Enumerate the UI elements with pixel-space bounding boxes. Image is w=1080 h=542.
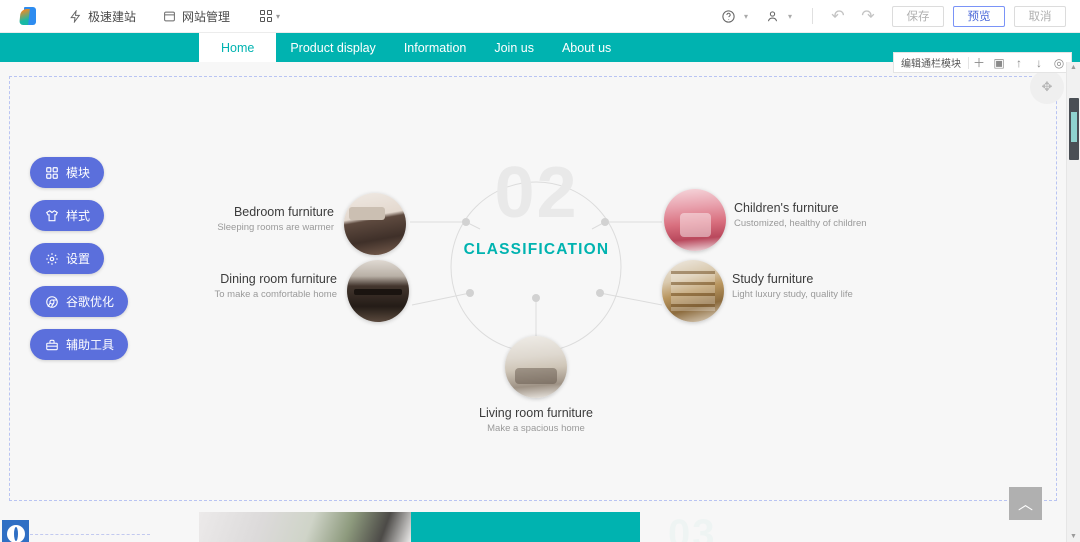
page-canvas: 模块 样式 设置 谷歌优化 辅助工具 02 CLASSIFICATION Bed… <box>0 62 1066 542</box>
category-title: Study furniture <box>732 272 814 286</box>
section-subtitle: CLASSIFICATION <box>463 241 610 258</box>
section-number: 02 <box>494 153 579 233</box>
category-title: Children's furniture <box>734 201 839 215</box>
category-caption-bedroom: Bedroom furniture Sleeping rooms are war… <box>217 205 334 233</box>
nav-item-information[interactable]: Information <box>390 33 481 62</box>
widget-guide-line <box>30 534 150 535</box>
nav-item-join-us[interactable]: Join us <box>480 33 548 62</box>
cancel-button[interactable]: 取消 <box>1014 5 1066 27</box>
rail-item-label: 样式 <box>66 209 91 223</box>
nav-item-home[interactable]: Home <box>199 33 277 62</box>
category-node-children[interactable]: Children's furniture Customized, healthy… <box>664 189 867 251</box>
preview-button[interactable]: 预览 <box>953 5 1005 27</box>
rail-item-styles[interactable]: 样式 <box>30 200 105 231</box>
category-title: Bedroom furniture <box>233 205 334 219</box>
next-section-banner <box>411 512 640 542</box>
category-photo-children <box>664 189 726 251</box>
category-node-bedroom[interactable]: Bedroom furniture Sleeping rooms are war… <box>217 193 406 255</box>
scroll-to-top-button[interactable]: ︿ <box>1009 487 1042 520</box>
category-title: Dining room furniture <box>220 272 337 286</box>
rail-item-modules[interactable]: 模块 <box>30 157 105 188</box>
top-toolbar: 极速建站 网站管理 ▾ ▾ ▾ ↶ ↷ 保存 预览 取消 <box>0 0 1080 33</box>
move-down-icon[interactable]: ↓ <box>1029 56 1049 70</box>
editor-tool-rail: 模块 样式 设置 谷歌优化 辅助工具 <box>30 157 129 360</box>
module-edit-toolbar: 编辑通栏模块 ＋ ▣ ↑ ↓ ◎ <box>893 52 1072 73</box>
category-subtitle: Customized, healthy of children <box>734 218 867 229</box>
redo-arrow-icon[interactable]: ↷ <box>853 6 883 26</box>
category-caption-children: Children's furniture Customized, healthy… <box>734 201 867 229</box>
logo-icon[interactable] <box>19 5 42 27</box>
category-caption-dining: Dining room furniture To make a comforta… <box>214 272 337 300</box>
save-button[interactable]: 保存 <box>892 5 944 27</box>
section-center-text: 02 CLASSIFICATION <box>434 157 639 259</box>
topbar-item-label: 极速建站 <box>88 9 137 24</box>
nav-item-about-us[interactable]: About us <box>548 33 625 62</box>
category-node-study[interactable]: Study furniture Light luxury study, qual… <box>662 260 853 322</box>
category-photo-living <box>505 336 567 398</box>
tshirt-style-icon <box>44 208 59 223</box>
category-subtitle: Light luxury study, quality life <box>732 289 853 300</box>
grid-apps-icon <box>260 10 273 22</box>
category-node-living[interactable]: Living room furniture Make a spacious ho… <box>479 336 593 434</box>
chevron-up-icon: ︿ <box>1017 496 1033 513</box>
category-subtitle: Make a spacious home <box>487 423 585 434</box>
rail-item-label: 模块 <box>66 166 91 180</box>
nav-item-product-display[interactable]: Product display <box>276 33 389 62</box>
move-up-icon[interactable]: ↑ <box>1009 56 1029 70</box>
module-edit-label: 编辑通栏模块 <box>901 59 961 70</box>
undo-arrow-icon[interactable]: ↶ <box>823 6 853 26</box>
lightning-icon <box>68 9 82 23</box>
chevron-down-icon[interactable]: ▾ <box>744 12 748 21</box>
app-root: 极速建站 网站管理 ▾ ▾ ▾ ↶ ↷ 保存 预览 取消 Home Produc… <box>0 0 1080 542</box>
rail-item-google-seo[interactable]: 谷歌优化 <box>30 286 129 317</box>
page-scrollbar[interactable]: ▲ ▼ <box>1066 62 1080 542</box>
rail-item-label: 辅助工具 <box>66 338 115 352</box>
divider <box>812 8 813 24</box>
rail-item-label: 谷歌优化 <box>66 295 115 309</box>
category-photo-bedroom <box>344 193 406 255</box>
category-caption-living: Living room furniture Make a spacious ho… <box>447 406 625 434</box>
category-subtitle: Sleeping rooms are warmer <box>217 222 334 233</box>
move-cross-icon[interactable]: ✥ <box>1030 70 1064 104</box>
help-circle-icon[interactable] <box>714 9 744 24</box>
topbar-right-group: ▾ ▾ ↶ ↷ 保存 预览 取消 <box>714 5 1080 27</box>
category-photo-dining <box>347 260 409 322</box>
rail-item-tools[interactable]: 辅助工具 <box>30 329 129 360</box>
rail-item-label: 设置 <box>66 252 91 266</box>
next-section-preview: 03 <box>0 512 1066 542</box>
rail-item-settings[interactable]: 设置 <box>30 243 105 274</box>
topbar-item-site-management[interactable]: 网站管理 <box>162 8 230 25</box>
category-photo-study <box>662 260 724 322</box>
gear-settings-icon <box>44 251 59 266</box>
plus-icon[interactable]: ＋ <box>969 54 989 71</box>
next-section-image <box>199 512 411 542</box>
category-node-dining[interactable]: Dining room furniture To make a comforta… <box>214 260 409 322</box>
duplicate-icon[interactable]: ▣ <box>989 56 1009 70</box>
classification-diagram: 02 CLASSIFICATION Bedroom furniture Slee… <box>0 62 1066 482</box>
scrollbar-thumb[interactable] <box>1069 98 1079 160</box>
toolbox-icon <box>44 337 59 352</box>
modules-grid-icon <box>44 165 59 180</box>
scroll-up-arrow-icon[interactable]: ▲ <box>1070 64 1077 71</box>
chrome-seo-icon <box>44 294 59 309</box>
category-caption-study: Study furniture Light luxury study, qual… <box>732 272 853 300</box>
chevron-down-icon: ▾ <box>276 11 281 21</box>
category-subtitle: To make a comfortable home <box>214 289 337 300</box>
chat-bubble-icon[interactable] <box>2 520 29 542</box>
category-title: Living room furniture <box>479 406 593 420</box>
topbar-item-label: 网站管理 <box>182 9 231 24</box>
scroll-down-arrow-icon[interactable]: ▼ <box>1070 533 1077 540</box>
next-section-ghost-number: 03 <box>668 512 717 542</box>
user-icon[interactable] <box>758 9 788 24</box>
window-icon <box>162 9 176 23</box>
apps-grid-menu[interactable]: ▾ <box>260 10 280 22</box>
topbar-item-fast-site[interactable]: 极速建站 <box>68 8 136 25</box>
chevron-down-icon[interactable]: ▾ <box>788 12 792 21</box>
